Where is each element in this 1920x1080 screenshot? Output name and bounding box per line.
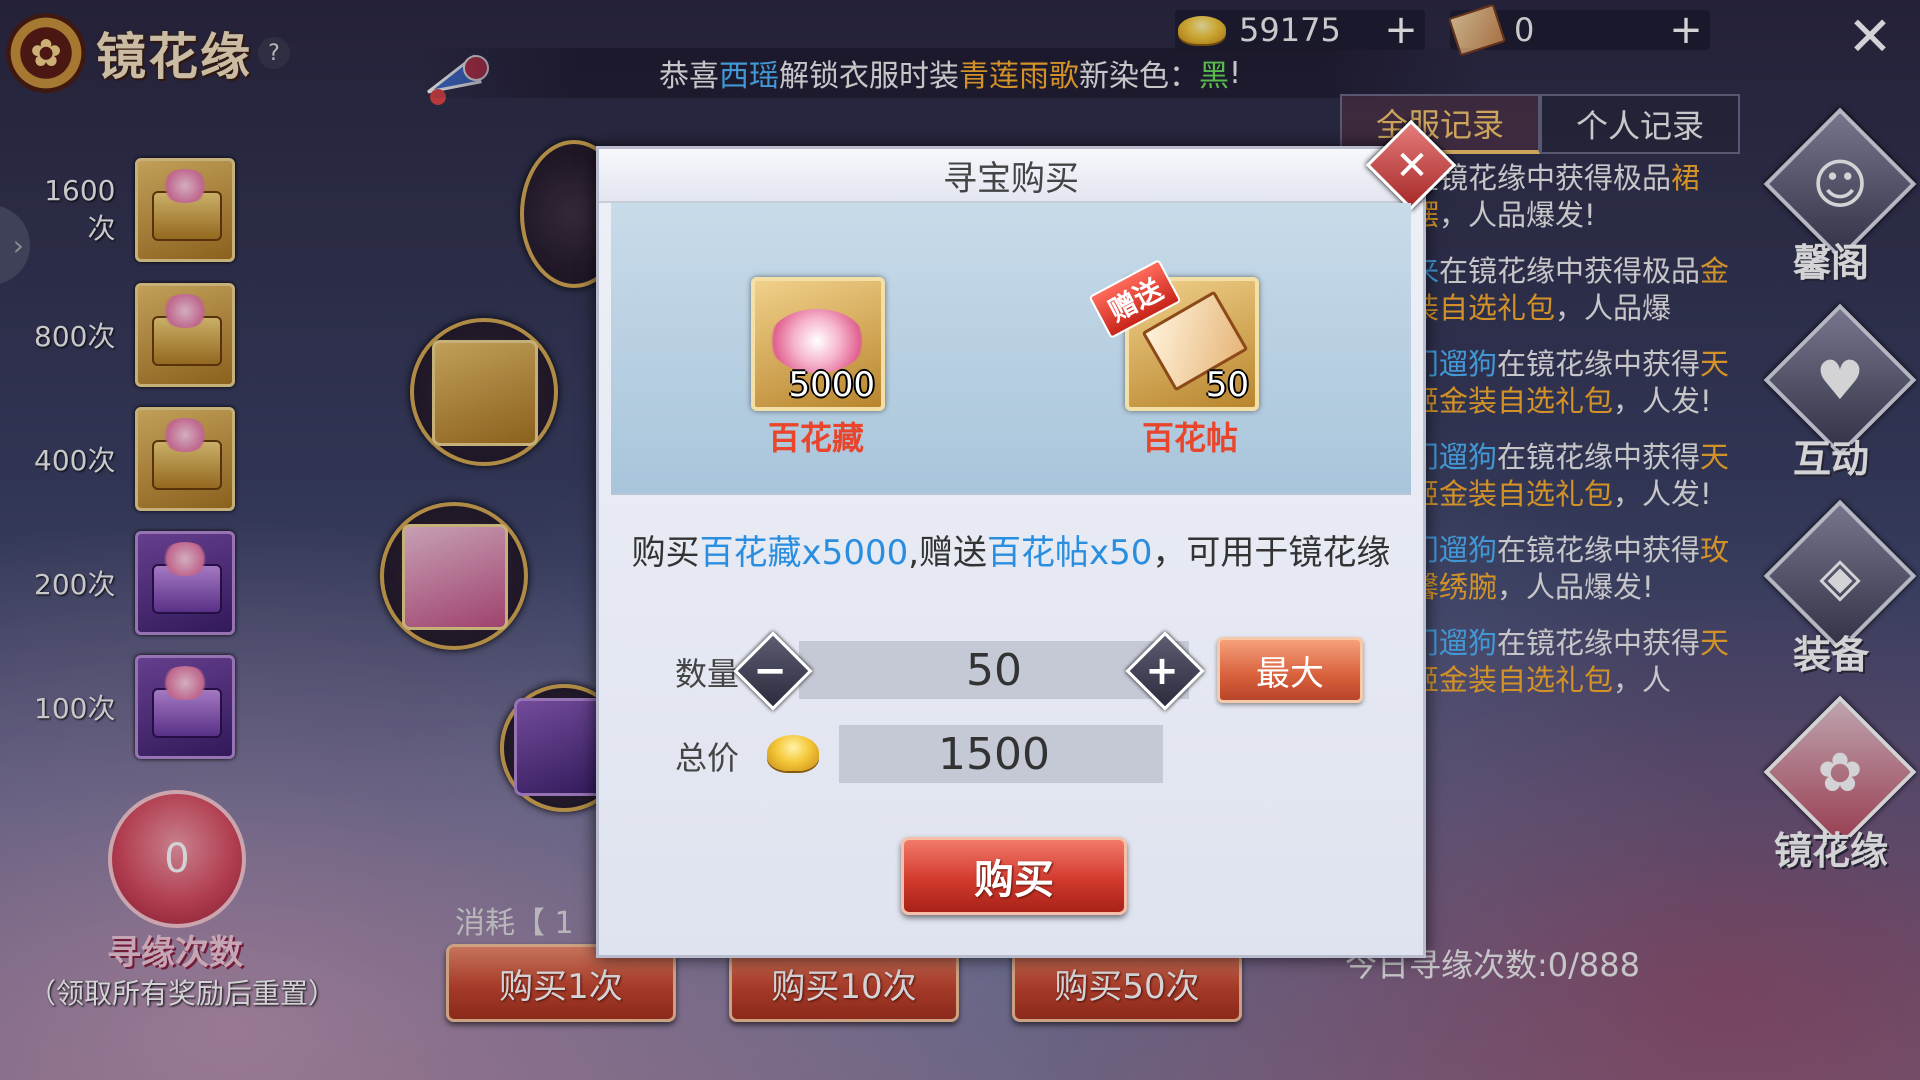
confirm-buy-button[interactable]: 购买 [901, 837, 1127, 915]
minus-icon[interactable]: − [742, 643, 798, 699]
reward-name: 百花藏 [767, 419, 864, 457]
max-button[interactable]: 最大 [1217, 637, 1363, 703]
envelope-icon: 赠送 50 [1088, 259, 1259, 411]
close-icon[interactable]: ✕ [1383, 137, 1441, 195]
plus-icon[interactable]: + [1134, 643, 1190, 699]
purchase-dialog: 寻宝购买 ✕ 5000 百花藏 赠送 50 百花帖 购买百花藏x5000,赠送百… [596, 119, 1457, 958]
flower-pile-icon: 5000 [751, 277, 885, 411]
dialog-title: 寻宝购买 [599, 149, 1423, 203]
reward-name: 百花帖 [1141, 419, 1238, 457]
gold-ingot-icon [767, 735, 819, 771]
total-price-label: 总价 [675, 739, 740, 777]
reward-area: 5000 百花藏 赠送 50 百花帖 [611, 203, 1411, 495]
purchase-description: 购买百花藏x5000,赠送百花帖x50，可用于镜花缘 [631, 533, 1391, 573]
quantity-input[interactable]: 50 [819, 641, 1169, 699]
total-price-value: 1500 [938, 728, 1050, 780]
reward-item[interactable]: 5000 百花藏 [751, 277, 885, 459]
reward-item[interactable]: 赠送 50 百花帖 [1088, 259, 1259, 459]
quantity-label: 数量 [675, 655, 740, 693]
